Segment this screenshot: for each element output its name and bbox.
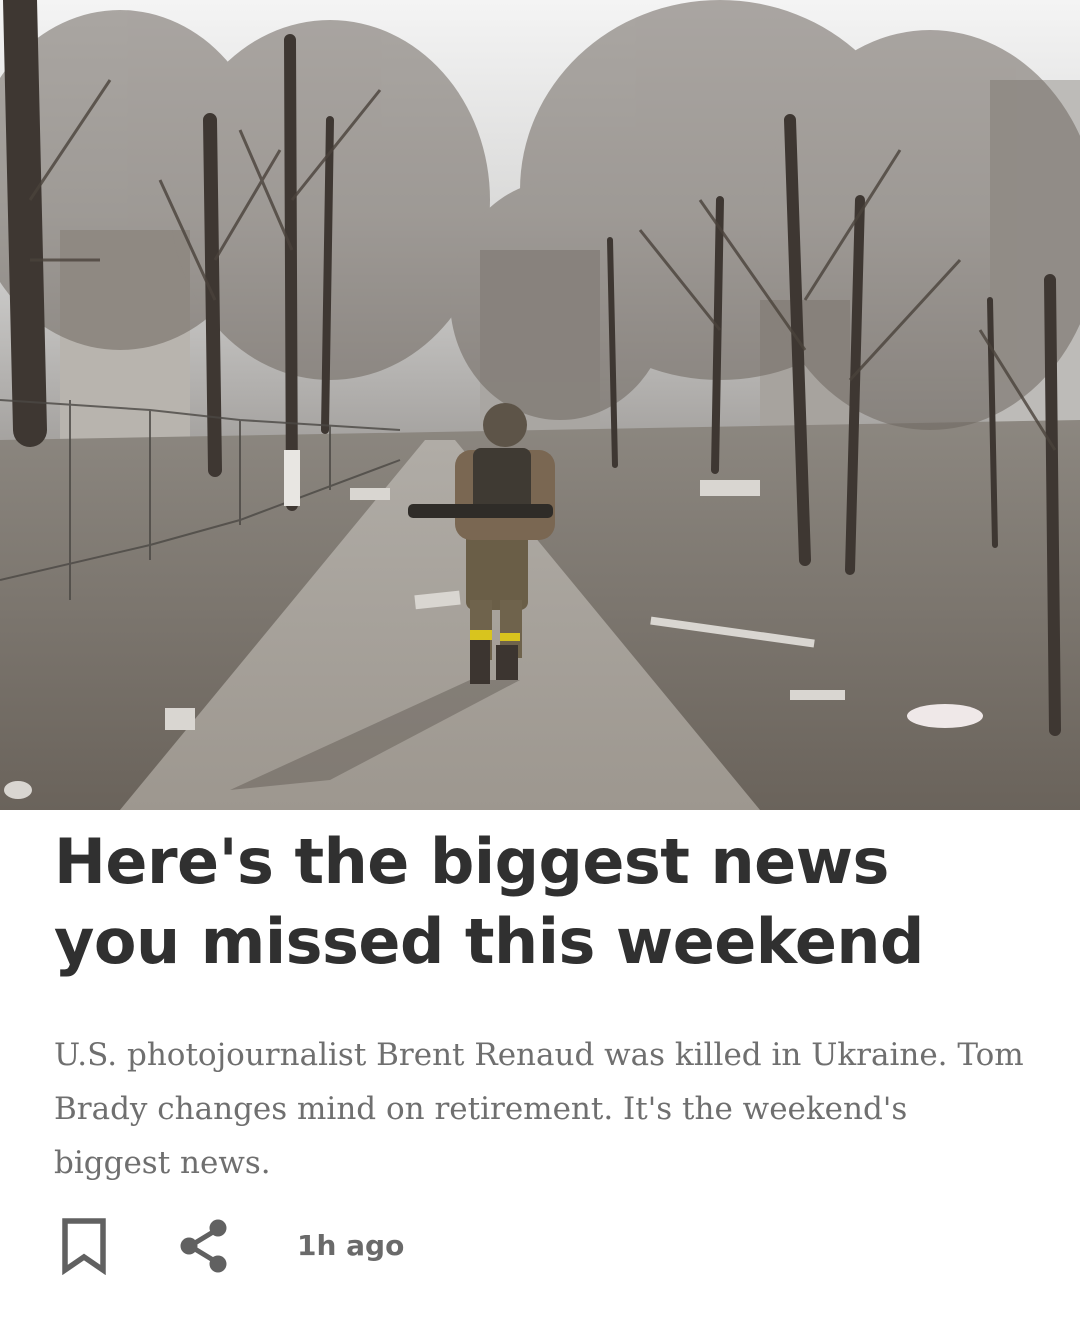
share-icon [180, 1219, 227, 1273]
share-button[interactable] [172, 1214, 236, 1278]
article-image[interactable] [0, 0, 1080, 810]
war-zone-photo [0, 0, 1080, 810]
article-headline[interactable]: Here's the biggest news you missed this … [54, 822, 1026, 982]
bookmark-button[interactable] [52, 1214, 116, 1278]
bookmark-icon [62, 1218, 106, 1275]
article-timestamp: 1h ago [297, 1229, 405, 1262]
article-summary: U.S. photojournalist Brent Renaud was ki… [54, 1037, 1024, 1181]
article-actions: 1h ago [54, 1214, 654, 1280]
